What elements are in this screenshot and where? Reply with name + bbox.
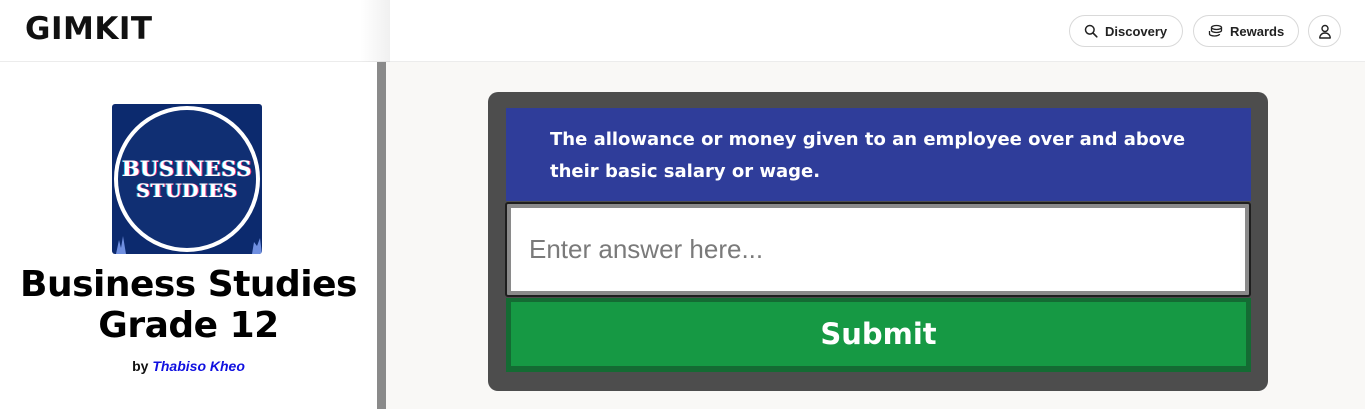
submit-button[interactable]: Submit — [506, 298, 1251, 372]
rewards-button[interactable]: Rewards — [1193, 15, 1299, 47]
question-text: The allowance or money given to an emplo… — [506, 108, 1251, 201]
search-icon — [1084, 24, 1098, 38]
cover-title-line1: BUSINESS — [121, 156, 253, 181]
user-icon — [1318, 24, 1332, 39]
by-label: by — [132, 358, 149, 374]
panel-divider[interactable] — [377, 62, 386, 409]
gimkit-logo[interactable]: GIMKIT — [25, 11, 153, 47]
answer-field-frame — [505, 202, 1251, 297]
cover-decoration-left — [116, 236, 126, 254]
submit-label: Submit — [511, 302, 1246, 366]
header-shadow — [360, 0, 390, 62]
kit-byline: by Thabiso Kheo — [0, 358, 377, 374]
discovery-button[interactable]: Discovery — [1069, 15, 1183, 47]
cover-title-line2: STUDIES — [136, 180, 238, 202]
cover-decoration-right — [252, 238, 262, 254]
account-button[interactable] — [1308, 15, 1341, 47]
answer-input[interactable] — [511, 208, 1245, 291]
rewards-label: Rewards — [1230, 23, 1285, 39]
top-header: GIMKIT Discovery Rewards — [0, 0, 1365, 62]
kit-title: Business Studies Grade 12 — [20, 264, 358, 346]
discovery-label: Discovery — [1105, 23, 1168, 39]
kit-cover-image: BUSINESS STUDIES — [112, 104, 262, 254]
author-link[interactable]: Thabiso Kheo — [152, 358, 245, 374]
coins-icon — [1208, 24, 1223, 38]
kit-info-panel: BUSINESS STUDIES Business Studies Grade … — [0, 62, 377, 409]
